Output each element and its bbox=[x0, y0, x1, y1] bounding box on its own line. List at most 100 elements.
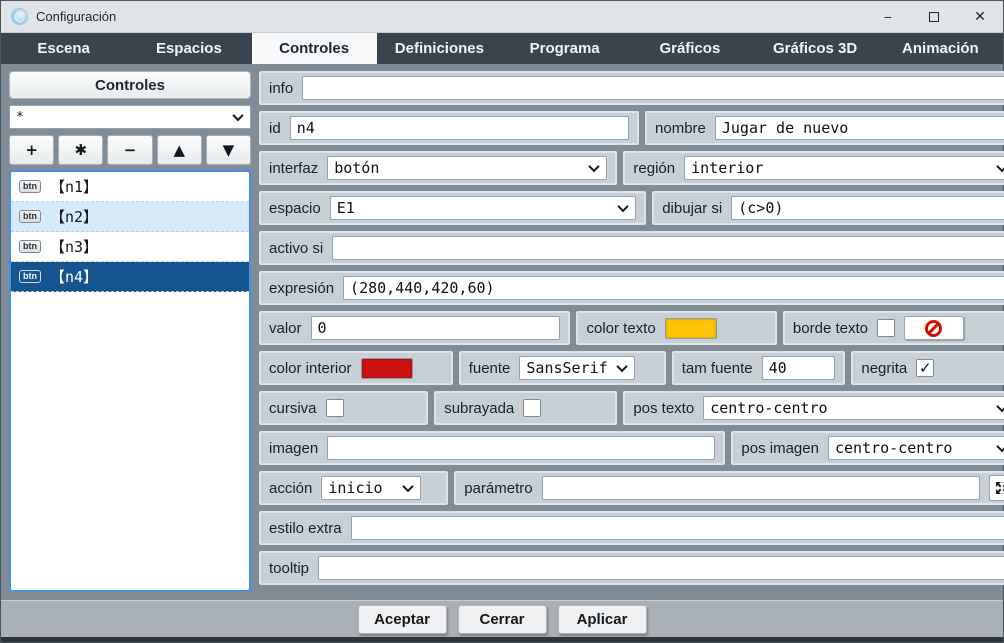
aplicar-button[interactable]: Aplicar bbox=[558, 605, 647, 634]
tab-graficos-3d[interactable]: Gráficos 3D bbox=[753, 33, 878, 64]
borde-texto-none-button[interactable] bbox=[904, 316, 964, 340]
move-down-button[interactable]: ▼ bbox=[206, 135, 251, 165]
list-item-label: 【n4】 bbox=[50, 266, 98, 287]
info-input[interactable] bbox=[302, 76, 1004, 100]
pos-texto-label: pos texto bbox=[633, 400, 694, 417]
pos-texto-value: centro-centro bbox=[710, 399, 827, 417]
activo-si-input[interactable] bbox=[332, 236, 1004, 260]
remove-control-button[interactable]: − bbox=[107, 135, 152, 165]
parametro-input[interactable] bbox=[542, 476, 980, 500]
duplicate-control-button[interactable]: ✱ bbox=[58, 135, 103, 165]
espacio-select[interactable]: E1 bbox=[330, 196, 637, 220]
color-texto-label: color texto bbox=[586, 320, 655, 337]
controls-panel: Controles * + ✱ − ▲ ▼ btn 【n1】 btn 【n2】 bbox=[9, 71, 251, 592]
tab-definiciones[interactable]: Definiciones bbox=[377, 33, 502, 64]
cerrar-button[interactable]: Cerrar bbox=[458, 605, 547, 634]
add-control-button[interactable]: + bbox=[9, 135, 54, 165]
region-value: interior bbox=[691, 159, 763, 177]
color-interior-swatch[interactable] bbox=[361, 358, 413, 379]
id-field-group: id bbox=[259, 111, 639, 145]
fuente-select[interactable]: SansSerif bbox=[519, 356, 635, 380]
controls-filter-select[interactable]: * bbox=[9, 105, 251, 129]
list-item-label: 【n1】 bbox=[50, 176, 98, 197]
id-input[interactable] bbox=[290, 116, 629, 140]
negrita-label: negrita bbox=[861, 360, 907, 377]
nombre-label: nombre bbox=[655, 120, 706, 137]
tooltip-label: tooltip bbox=[269, 560, 309, 577]
fuente-label: fuente bbox=[469, 360, 511, 377]
pos-imagen-label: pos imagen bbox=[741, 440, 819, 457]
negrita-checkbox[interactable]: ✓ bbox=[916, 359, 934, 377]
dibujar-si-field-group: dibujar si bbox=[652, 191, 1004, 225]
id-label: id bbox=[269, 120, 281, 137]
minimize-button[interactable]: − bbox=[865, 1, 911, 32]
expresion-field-group: expresión bbox=[259, 271, 1004, 305]
info-field-group: info bbox=[259, 71, 1004, 105]
imagen-input[interactable] bbox=[327, 436, 715, 460]
nombre-input[interactable] bbox=[715, 116, 1004, 140]
activo-si-field-group: activo si bbox=[259, 231, 1004, 265]
aceptar-button[interactable]: Aceptar bbox=[358, 605, 447, 634]
valor-field-group: valor bbox=[259, 311, 570, 345]
list-item-label: 【n3】 bbox=[50, 236, 98, 257]
cursiva-field-group: cursiva bbox=[259, 391, 428, 425]
control-type-badge: btn bbox=[19, 180, 41, 193]
interfaz-select[interactable]: botón bbox=[327, 156, 607, 180]
move-up-button[interactable]: ▲ bbox=[157, 135, 202, 165]
list-item-n2[interactable]: btn 【n2】 bbox=[11, 202, 249, 232]
region-field-group: región interior bbox=[623, 151, 1004, 185]
accion-value: inicio bbox=[328, 479, 382, 497]
dibujar-si-input[interactable] bbox=[731, 196, 1004, 220]
espacio-field-group: espacio E1 bbox=[259, 191, 646, 225]
tam-fuente-label: tam fuente bbox=[682, 360, 753, 377]
tab-animacion[interactable]: Animación bbox=[878, 33, 1003, 64]
region-label: región bbox=[633, 160, 675, 177]
pos-texto-select[interactable]: centro-centro bbox=[703, 396, 1004, 420]
close-button[interactable]: ✕ bbox=[957, 1, 1003, 32]
tab-controles[interactable]: Controles bbox=[252, 33, 377, 64]
configuration-window: Configuración − ✕ Escena Espacios Contro… bbox=[0, 0, 1004, 643]
cursiva-checkbox[interactable] bbox=[326, 399, 344, 417]
expresion-input[interactable] bbox=[343, 276, 1004, 300]
color-texto-swatch[interactable] bbox=[665, 318, 717, 339]
cursiva-label: cursiva bbox=[269, 400, 317, 417]
controls-list: btn 【n1】 btn 【n2】 btn 【n3】 btn 【n4】 bbox=[9, 170, 251, 592]
imagen-label: imagen bbox=[269, 440, 318, 457]
region-select[interactable]: interior bbox=[684, 156, 1004, 180]
subrayada-field-group: subrayada bbox=[434, 391, 617, 425]
control-type-badge: btn bbox=[19, 240, 41, 253]
tooltip-input[interactable] bbox=[318, 556, 1004, 580]
valor-input[interactable] bbox=[311, 316, 561, 340]
pos-texto-field-group: pos texto centro-centro bbox=[623, 391, 1004, 425]
parametro-expand-button[interactable] bbox=[989, 475, 1004, 501]
borde-texto-checkbox[interactable] bbox=[877, 319, 895, 337]
tab-escena[interactable]: Escena bbox=[1, 33, 126, 64]
window-controls: − ✕ bbox=[865, 1, 1003, 32]
maximize-button[interactable] bbox=[911, 1, 957, 32]
pos-imagen-value: centro-centro bbox=[835, 439, 952, 457]
titlebar: Configuración − ✕ bbox=[1, 1, 1003, 33]
tam-fuente-input[interactable] bbox=[762, 356, 836, 380]
list-item-label: 【n2】 bbox=[50, 206, 98, 227]
color-interior-label: color interior bbox=[269, 360, 352, 377]
chevron-down-icon bbox=[403, 481, 414, 492]
chevron-down-icon bbox=[996, 401, 1004, 412]
window-bottom-edge bbox=[1, 637, 1003, 642]
tab-graficos[interactable]: Gráficos bbox=[627, 33, 752, 64]
tab-espacios[interactable]: Espacios bbox=[126, 33, 251, 64]
interfaz-label: interfaz bbox=[269, 160, 318, 177]
estilo-extra-input[interactable] bbox=[351, 516, 1004, 540]
list-item-n3[interactable]: btn 【n3】 bbox=[11, 232, 249, 262]
footer-bar: Aceptar Cerrar Aplicar bbox=[1, 600, 1003, 637]
app-icon bbox=[11, 8, 28, 25]
pos-imagen-select[interactable]: centro-centro bbox=[828, 436, 1004, 460]
checkbox-check: ✓ bbox=[919, 361, 932, 376]
list-item-n4[interactable]: btn 【n4】 bbox=[11, 262, 249, 292]
accion-select[interactable]: inicio bbox=[321, 476, 421, 500]
subrayada-checkbox[interactable] bbox=[523, 399, 541, 417]
tab-programa[interactable]: Programa bbox=[502, 33, 627, 64]
list-item-n1[interactable]: btn 【n1】 bbox=[11, 172, 249, 202]
control-type-badge: btn bbox=[19, 210, 41, 223]
tab-bar: Escena Espacios Controles Definiciones P… bbox=[1, 33, 1003, 64]
chevron-down-icon bbox=[589, 161, 600, 172]
